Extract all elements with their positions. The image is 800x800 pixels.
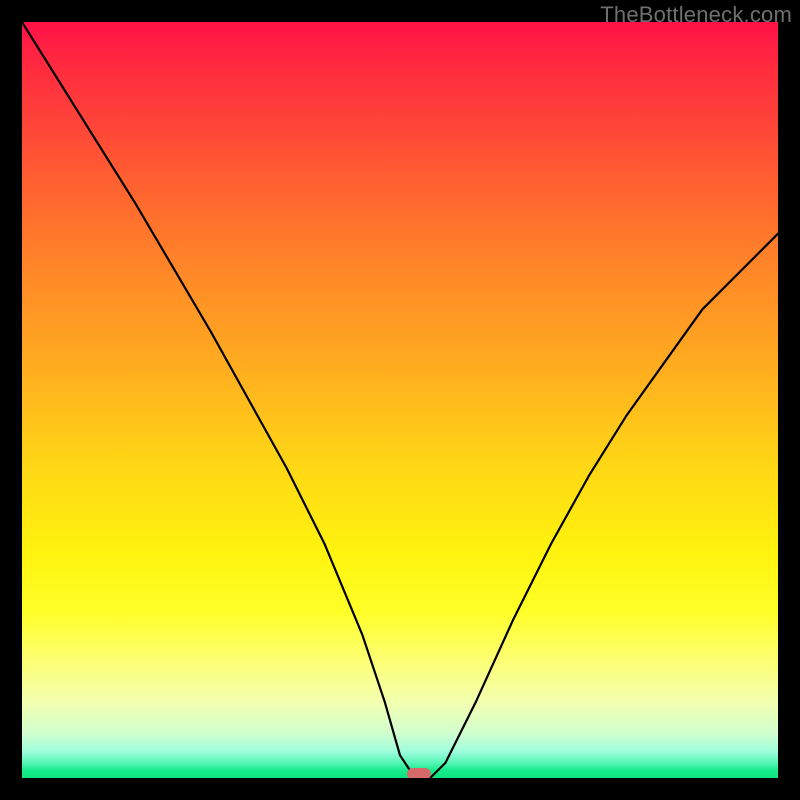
chart-frame: TheBottleneck.com (0, 0, 800, 800)
optimal-point-marker (407, 768, 431, 778)
curve-path (22, 22, 778, 778)
plot-area (22, 22, 778, 778)
watermark-text: TheBottleneck.com (600, 2, 792, 28)
bottleneck-curve (22, 22, 778, 778)
